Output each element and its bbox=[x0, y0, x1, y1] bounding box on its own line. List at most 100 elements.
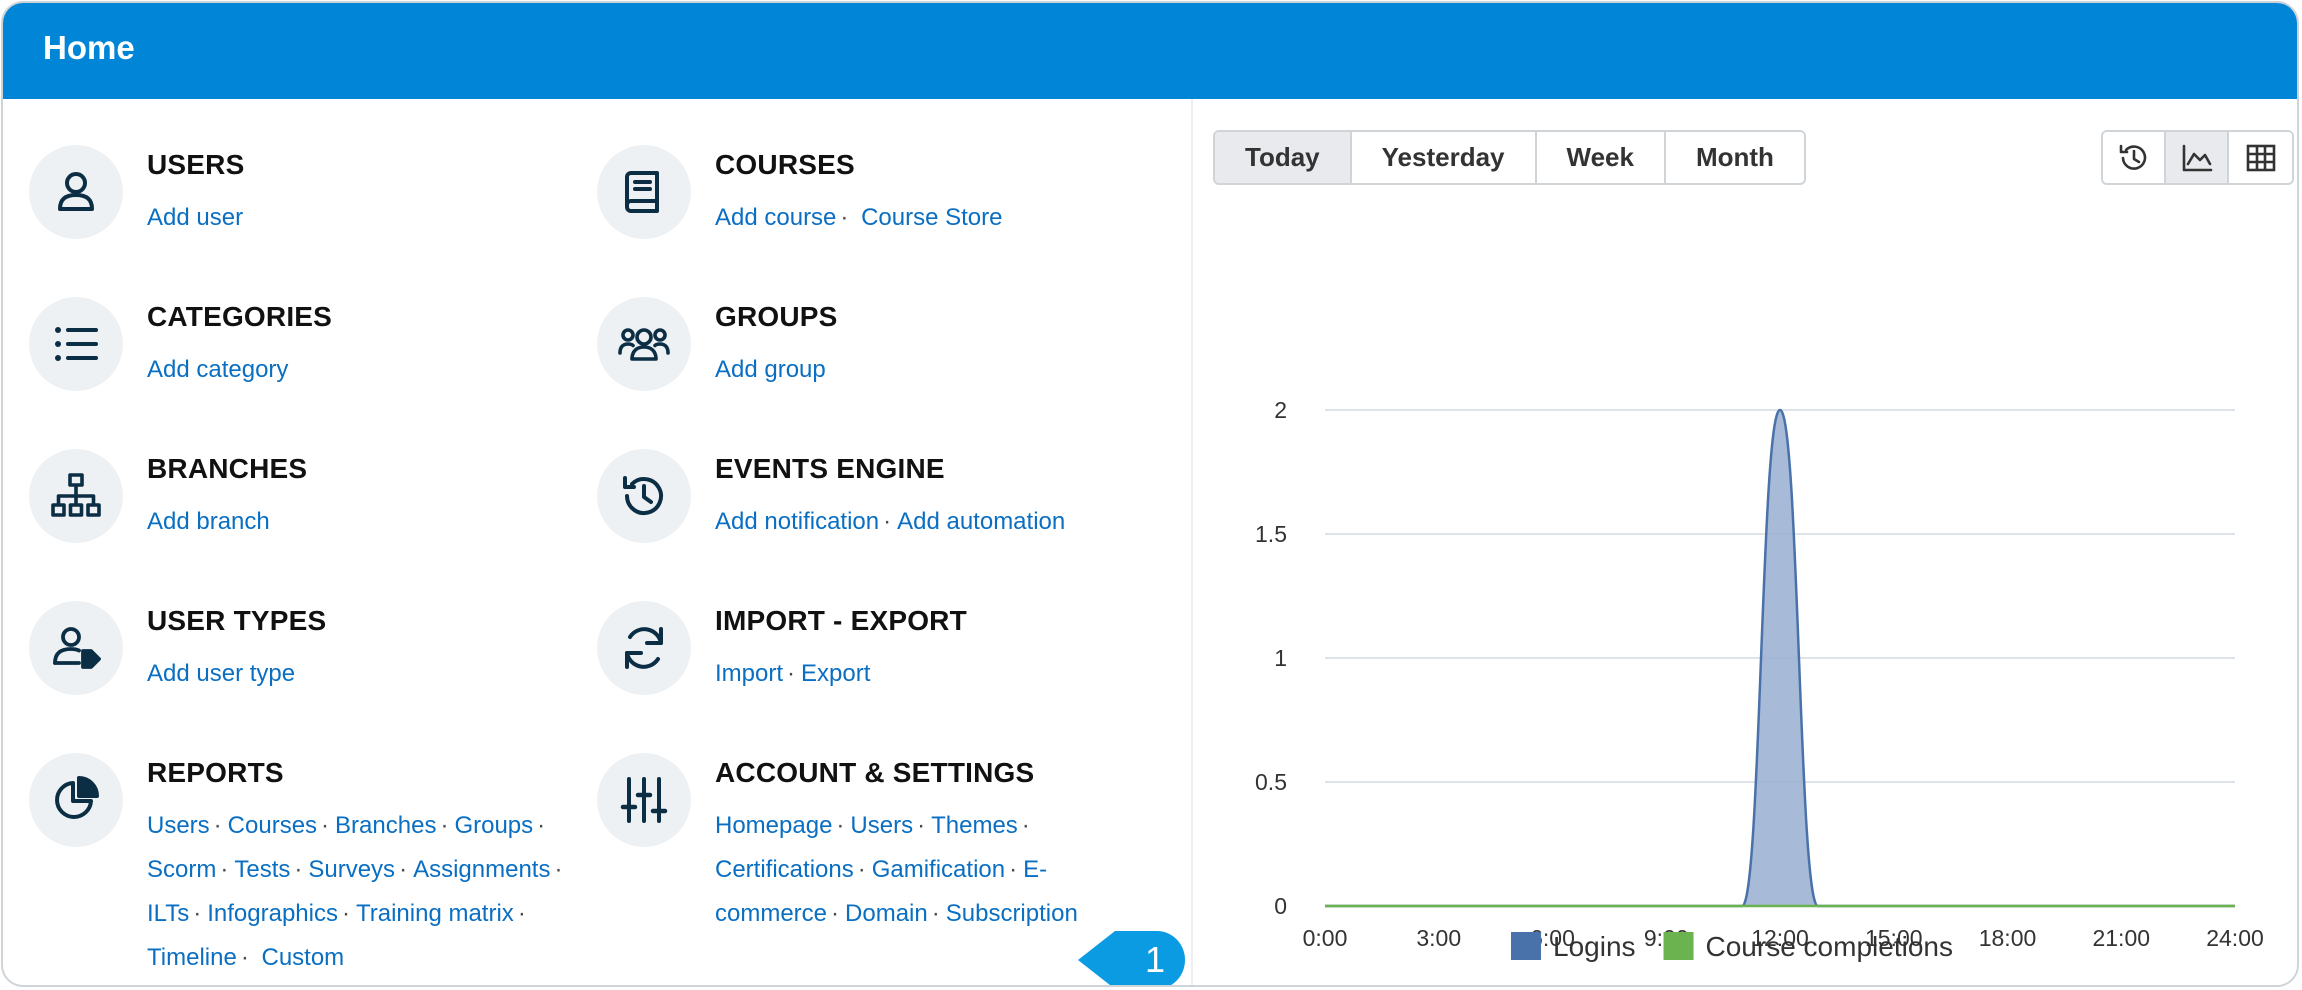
admin-item-title: REPORTS bbox=[147, 757, 284, 788]
report-users-link[interactable]: Users bbox=[147, 812, 210, 839]
admin-item-title: BRANCHES bbox=[147, 453, 308, 484]
callout-number: 1 bbox=[1145, 939, 1165, 980]
view-toggle bbox=[2101, 130, 2294, 185]
link-separator: · bbox=[831, 900, 840, 927]
link-separator: · bbox=[857, 856, 866, 883]
callout-shape bbox=[1078, 931, 1185, 985]
sliders-icon bbox=[597, 753, 691, 847]
admin-item-links: Add notification · Add automation bbox=[715, 500, 1155, 544]
settings-gamification-link[interactable]: Gamification bbox=[872, 856, 1005, 883]
link-separator: · bbox=[836, 812, 845, 839]
chart-view-button[interactable] bbox=[2166, 132, 2229, 183]
admin-item-links: Import · Export bbox=[715, 652, 1155, 696]
add-user-type-link[interactable]: Add user type bbox=[147, 660, 295, 687]
report-surveys-link[interactable]: Surveys bbox=[308, 856, 395, 883]
report-training-matrix-link[interactable]: Training matrix bbox=[356, 900, 514, 927]
y-tick-label: 1 bbox=[1274, 645, 1287, 671]
course-store-link[interactable]: Course Store bbox=[861, 204, 1002, 231]
user-tag-icon bbox=[29, 601, 123, 695]
admin-item-title: USERS bbox=[147, 149, 245, 180]
link-separator: · bbox=[883, 508, 892, 535]
settings-themes-link[interactable]: Themes bbox=[931, 812, 1018, 839]
legend-swatch-course-completions bbox=[1663, 932, 1694, 960]
link-separator: · bbox=[517, 900, 526, 927]
link-separator: · bbox=[554, 856, 563, 883]
report-scorm-link[interactable]: Scorm bbox=[147, 856, 216, 883]
tab-month[interactable]: Month bbox=[1665, 132, 1804, 183]
activity-chart: 00.511.520:003:006:009:0012:0015:0018:00… bbox=[1255, 397, 2264, 962]
report-timeline-link[interactable]: Timeline bbox=[147, 944, 237, 971]
link-separator: · bbox=[399, 856, 408, 883]
link-separator: · bbox=[1021, 812, 1030, 839]
add-category-link[interactable]: Add category bbox=[147, 356, 288, 383]
admin-item-links: Add branch bbox=[147, 500, 587, 544]
history-icon bbox=[2119, 144, 2146, 170]
report-infographics-link[interactable]: Infographics bbox=[207, 900, 338, 927]
admin-item-links: Users · Courses · Branches · Groups · Scorm · Tes… bbox=[147, 804, 577, 980]
link-separator: · bbox=[220, 856, 229, 883]
link-separator: · bbox=[193, 900, 202, 927]
link-separator: · bbox=[917, 812, 926, 839]
history-icon bbox=[597, 449, 691, 543]
settings-domain-link[interactable]: Domain bbox=[845, 900, 928, 927]
y-tick-label: 0 bbox=[1274, 893, 1287, 919]
book-icon bbox=[597, 145, 691, 239]
link-separator: · bbox=[294, 856, 303, 883]
add-user-link[interactable]: Add user bbox=[147, 204, 243, 231]
export-link[interactable]: Export bbox=[801, 660, 870, 687]
admin-item-title: USER TYPES bbox=[147, 605, 327, 636]
admin-item-title: ACCOUNT & SETTINGS bbox=[715, 757, 1035, 788]
add-automation-link[interactable]: Add automation bbox=[897, 508, 1065, 535]
header-bar: Home bbox=[3, 3, 2297, 99]
settings-subscription-link[interactable]: Subscription bbox=[946, 900, 1078, 927]
hierarchy-icon bbox=[29, 449, 123, 543]
admin-item-links: Add user bbox=[147, 196, 587, 240]
y-tick-label: 1.5 bbox=[1255, 521, 1287, 547]
x-tick-label: 18:00 bbox=[1979, 925, 2037, 951]
report-ilts-link[interactable]: ILTs bbox=[147, 900, 189, 927]
report-assignments-link[interactable]: Assignments bbox=[413, 856, 550, 883]
area-chart-icon bbox=[2182, 144, 2212, 171]
report-groups-link[interactable]: Groups bbox=[454, 812, 533, 839]
settings-users-link[interactable]: Users bbox=[850, 812, 913, 839]
link-separator: · bbox=[341, 900, 350, 927]
admin-item-title: GROUPS bbox=[715, 301, 838, 332]
admin-item-links: Homepage · Users · Themes · Certifications · Ga… bbox=[715, 804, 1125, 936]
legend-label-logins: Logins bbox=[1553, 931, 1636, 962]
tab-yesterday[interactable]: Yesterday bbox=[1351, 132, 1537, 183]
add-notification-link[interactable]: Add notification bbox=[715, 508, 879, 535]
link-separator: · bbox=[840, 204, 849, 231]
x-tick-label: 0:00 bbox=[1303, 925, 1348, 951]
import-link[interactable]: Import bbox=[715, 660, 783, 687]
add-course-link[interactable]: Add course bbox=[715, 204, 836, 231]
report-tests-link[interactable]: Tests bbox=[234, 856, 290, 883]
report-courses-link[interactable]: Courses bbox=[228, 812, 317, 839]
x-tick-label: 3:00 bbox=[1416, 925, 1461, 951]
report-branches-link[interactable]: Branches bbox=[335, 812, 436, 839]
admin-item-title: EVENTS ENGINE bbox=[715, 453, 945, 484]
add-group-link[interactable]: Add group bbox=[715, 356, 826, 383]
y-tick-label: 2 bbox=[1274, 397, 1287, 423]
link-separator: · bbox=[931, 900, 940, 927]
tab-today[interactable]: Today bbox=[1215, 132, 1352, 183]
admin-item-links: Add course · Course Store bbox=[715, 196, 1155, 240]
legend-label-course-completions: Course completions bbox=[1706, 931, 1953, 962]
table-view-button[interactable] bbox=[2229, 132, 2292, 183]
add-branch-link[interactable]: Add branch bbox=[147, 508, 270, 535]
activity-panel: Today Yesterday Week Month 0 0.5 1 1.5 2… bbox=[1193, 99, 2297, 985]
link-separator: · bbox=[213, 812, 222, 839]
table-icon bbox=[2246, 144, 2275, 171]
admin-item-links: Add user type bbox=[147, 652, 587, 696]
page-title: Home bbox=[43, 29, 135, 66]
admin-item-title: IMPORT - EXPORT bbox=[715, 605, 967, 636]
report-custom-link[interactable]: Custom bbox=[261, 944, 344, 971]
x-tick-label: 21:00 bbox=[2092, 925, 2150, 951]
sync-icon bbox=[597, 601, 691, 695]
settings-homepage-link[interactable]: Homepage bbox=[715, 812, 832, 839]
tab-week[interactable]: Week bbox=[1536, 132, 1666, 183]
admin-item-links: Add category bbox=[147, 348, 587, 392]
settings-certifications-link[interactable]: Certifications bbox=[715, 856, 854, 883]
callout-marker: 1 bbox=[1078, 931, 1185, 985]
link-separator: · bbox=[321, 812, 330, 839]
timeline-view-button[interactable] bbox=[2103, 132, 2166, 183]
